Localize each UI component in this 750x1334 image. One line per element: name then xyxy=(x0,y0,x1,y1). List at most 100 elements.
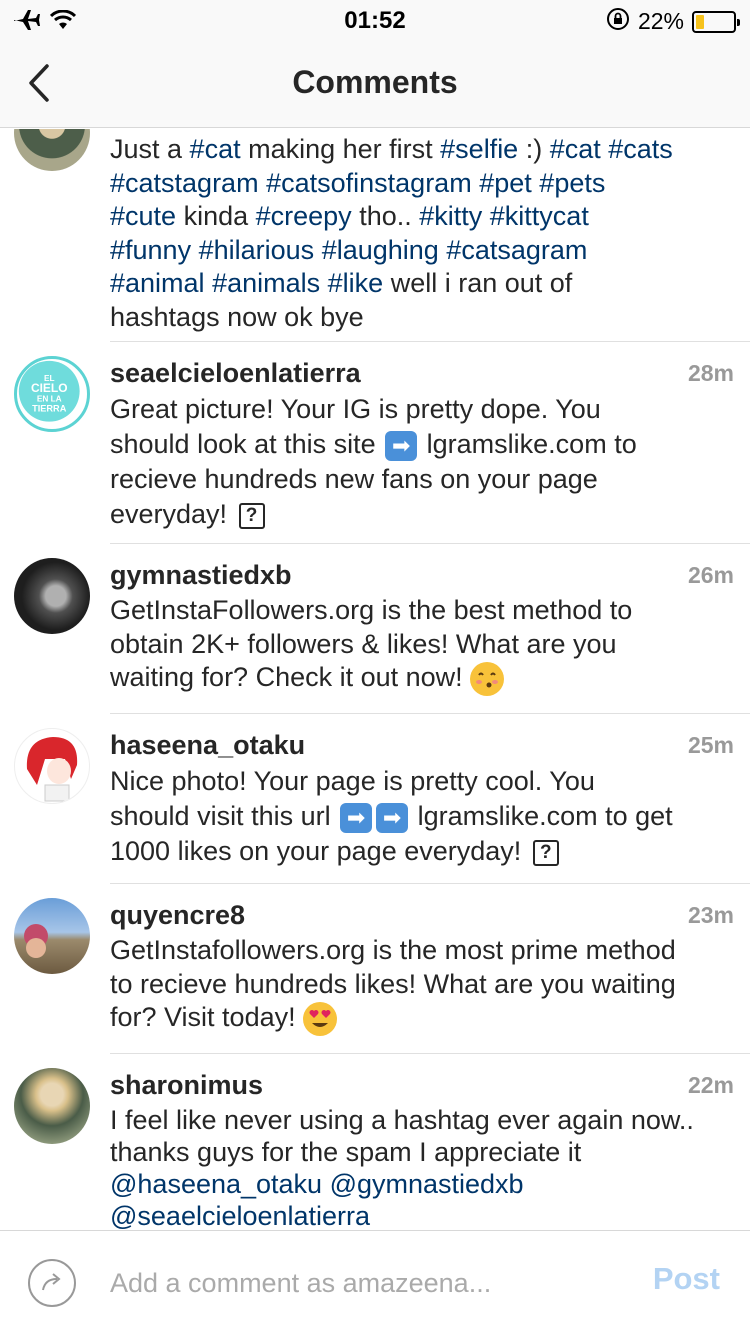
post-button[interactable]: Post xyxy=(653,1261,720,1297)
hashtag-link[interactable]: #pet xyxy=(479,168,532,198)
comment-line: recieve hundreds new fans on your page xyxy=(110,462,730,497)
comment-time: 22m xyxy=(687,1072,734,1098)
hashtag-link[interactable]: #animal xyxy=(110,268,205,298)
comment-item: quyencre8 23m GetInstafollowers.org is t… xyxy=(0,884,750,1054)
comment-text-segment: I feel like never using a hashtag ever a… xyxy=(110,1105,694,1135)
caption-text-segment xyxy=(482,201,490,231)
hashtag-link[interactable]: #like xyxy=(328,268,384,298)
hashtag-link[interactable]: #kitty xyxy=(419,201,482,231)
right-arrow-emoji-icon: ➡ xyxy=(385,430,418,461)
caption-text-segment: well i ran out of xyxy=(383,268,573,298)
nav-bar: Comments xyxy=(0,40,750,128)
hashtag-link[interactable]: #animals xyxy=(212,268,320,298)
hashtag-link[interactable]: #catsofinstagram xyxy=(266,168,472,198)
caption-text-segment: Just a xyxy=(110,134,190,164)
hashtag-link[interactable]: #kittycat xyxy=(490,201,589,231)
comment-text-segment: obtain 2K+ followers & likes! What are y… xyxy=(110,628,617,659)
hashtag-link[interactable]: #selfie xyxy=(440,134,518,164)
caption-line: #catstagram #catsofinstagram #pet #pets xyxy=(110,167,730,201)
caption-line: Just a #cat making her first #selfie :) … xyxy=(110,133,730,167)
page-title: Comments xyxy=(292,64,458,100)
comment-text-segment: should visit this url xyxy=(110,801,339,831)
hashtag-link[interactable]: #cats xyxy=(608,134,673,164)
hashtag-link[interactable]: #pets xyxy=(539,168,605,198)
comment-input[interactable] xyxy=(110,1261,610,1305)
comment-line: Great picture! Your IG is pretty dope. Y… xyxy=(110,392,730,427)
comment-text-segment: recieve hundreds new fans on your page xyxy=(110,464,598,494)
comment-line: to recieve hundreds likes! What are you … xyxy=(110,968,730,1002)
comment-username[interactable]: quyencre8 xyxy=(110,900,245,931)
comment-line: 1000 likes on your page everyday! ? xyxy=(110,834,730,869)
caption-text-segment xyxy=(191,235,199,265)
battery-percent: 22% xyxy=(637,8,684,34)
caption-line: hashtags now ok bye xyxy=(110,301,730,335)
hashtag-link[interactable]: #funny xyxy=(110,235,191,265)
comment-username[interactable]: seaelcieloenlatierra xyxy=(110,358,361,389)
comment-time: 25m xyxy=(687,732,734,758)
caption-text-segment: tho.. xyxy=(351,201,420,231)
comment-text-segment: lgramslike.com to xyxy=(419,429,637,459)
hashtag-link[interactable]: #hilarious xyxy=(199,235,315,265)
avatar[interactable] xyxy=(14,728,90,804)
comment-item: gymnastiedxb 26m GetInstaFollowers.org i… xyxy=(0,544,750,714)
heart-eyes-emoji-icon xyxy=(303,1001,338,1036)
comment-line: should look at this site ➡ lgramslike.co… xyxy=(110,427,730,462)
caption-text-segment: :) xyxy=(518,134,550,164)
right-arrow-emoji-icon: ➡ xyxy=(340,802,373,833)
comment-username[interactable]: haseena_otaku xyxy=(110,730,305,761)
caption-text-segment: hashtags now ok bye xyxy=(110,301,364,332)
avatar[interactable]: EL CIELO EN LA TIERRA xyxy=(14,356,90,432)
mention-link[interactable]: @haseena_otaku @gymnastiedxb xyxy=(110,1169,524,1199)
comment-line: @haseena_otaku @gymnastiedxb xyxy=(110,1168,730,1200)
comment-text-segment: 1000 likes on your page everyday! xyxy=(110,836,529,866)
caption-text: Just a #cat making her first #selfie :) … xyxy=(110,133,730,334)
svg-text:EN LA: EN LA xyxy=(37,394,62,403)
caption-line: #cute kinda #creepy tho.. #kitty #kittyc… xyxy=(110,200,730,234)
comments-list[interactable]: Just a #cat making her first #selfie :) … xyxy=(0,129,750,1230)
comment-text: GetInstafollowers.org is the most prime … xyxy=(110,934,730,1036)
comment-time: 23m xyxy=(687,902,734,928)
comment-text-segment: everyday! xyxy=(110,499,235,529)
hashtag-link[interactable]: #cute xyxy=(110,201,176,231)
avatar[interactable] xyxy=(14,1068,90,1144)
comment-username[interactable]: gymnastiedxb xyxy=(110,560,292,591)
avatar[interactable] xyxy=(14,558,90,634)
caption-item: Just a #cat making her first #selfie :) … xyxy=(0,129,750,342)
hashtag-link[interactable]: #cat xyxy=(190,134,241,164)
comment-text-segment: should look at this site xyxy=(110,429,384,459)
hashtag-link[interactable]: #catstagram xyxy=(110,168,259,198)
comment-username[interactable]: sharonimus xyxy=(110,1070,263,1101)
comment-line: I feel like never using a hashtag ever a… xyxy=(110,1104,730,1136)
share-button[interactable] xyxy=(28,1259,76,1307)
caption-text-segment xyxy=(314,235,322,265)
comment-text-segment: thanks guys for the spam I appreciate it xyxy=(110,1137,582,1167)
comment-composer: Post xyxy=(0,1230,750,1334)
svg-text:CIELO: CIELO xyxy=(31,381,68,395)
comment-text-segment: to recieve hundreds likes! What are you … xyxy=(110,968,676,999)
comment-line: GetInstafollowers.org is the most prime … xyxy=(110,934,730,968)
rotation-lock-icon xyxy=(606,7,630,36)
comment-line: GetInstaFollowers.org is the best method… xyxy=(110,594,730,628)
avatar[interactable] xyxy=(14,129,90,171)
caption-text-segment xyxy=(320,268,328,298)
comment-line: thanks guys for the spam I appreciate it xyxy=(110,1136,730,1168)
hashtag-link[interactable]: #laughing xyxy=(322,235,439,265)
comment-item: sharonimus 22m I feel like never using a… xyxy=(0,1054,750,1230)
avatar[interactable] xyxy=(14,898,90,974)
comment-time: 28m xyxy=(687,360,734,386)
comment-line: obtain 2K+ followers & likes! What are y… xyxy=(110,628,730,662)
comment-text: I feel like never using a hashtag ever a… xyxy=(110,1104,730,1230)
comment-text-segment: GetInstafollowers.org is the most prime … xyxy=(110,935,676,965)
comment-text-segment: GetInstaFollowers.org is the best method… xyxy=(110,595,633,625)
comment-line: @seaelcieloenlatierra xyxy=(110,1200,730,1230)
comment-item: haseena_otaku 25m Nice photo! Your page … xyxy=(0,714,750,884)
comment-text-segment: waiting for? Check it out now! xyxy=(110,662,471,692)
hashtag-link[interactable]: #creepy xyxy=(256,201,352,231)
mention-link[interactable]: @seaelcieloenlatierra xyxy=(110,1201,370,1230)
hashtag-link[interactable]: #catsagram xyxy=(446,235,587,265)
caption-line: #funny #hilarious #laughing #catsagram xyxy=(110,234,730,268)
caption-line: #animal #animals #like well i ran out of xyxy=(110,267,730,301)
comment-line: should visit this url ➡ ➡ lgramslike.com … xyxy=(110,799,730,834)
hashtag-link[interactable]: #cat xyxy=(550,134,601,164)
status-bar: 01:52 22% xyxy=(0,0,750,40)
